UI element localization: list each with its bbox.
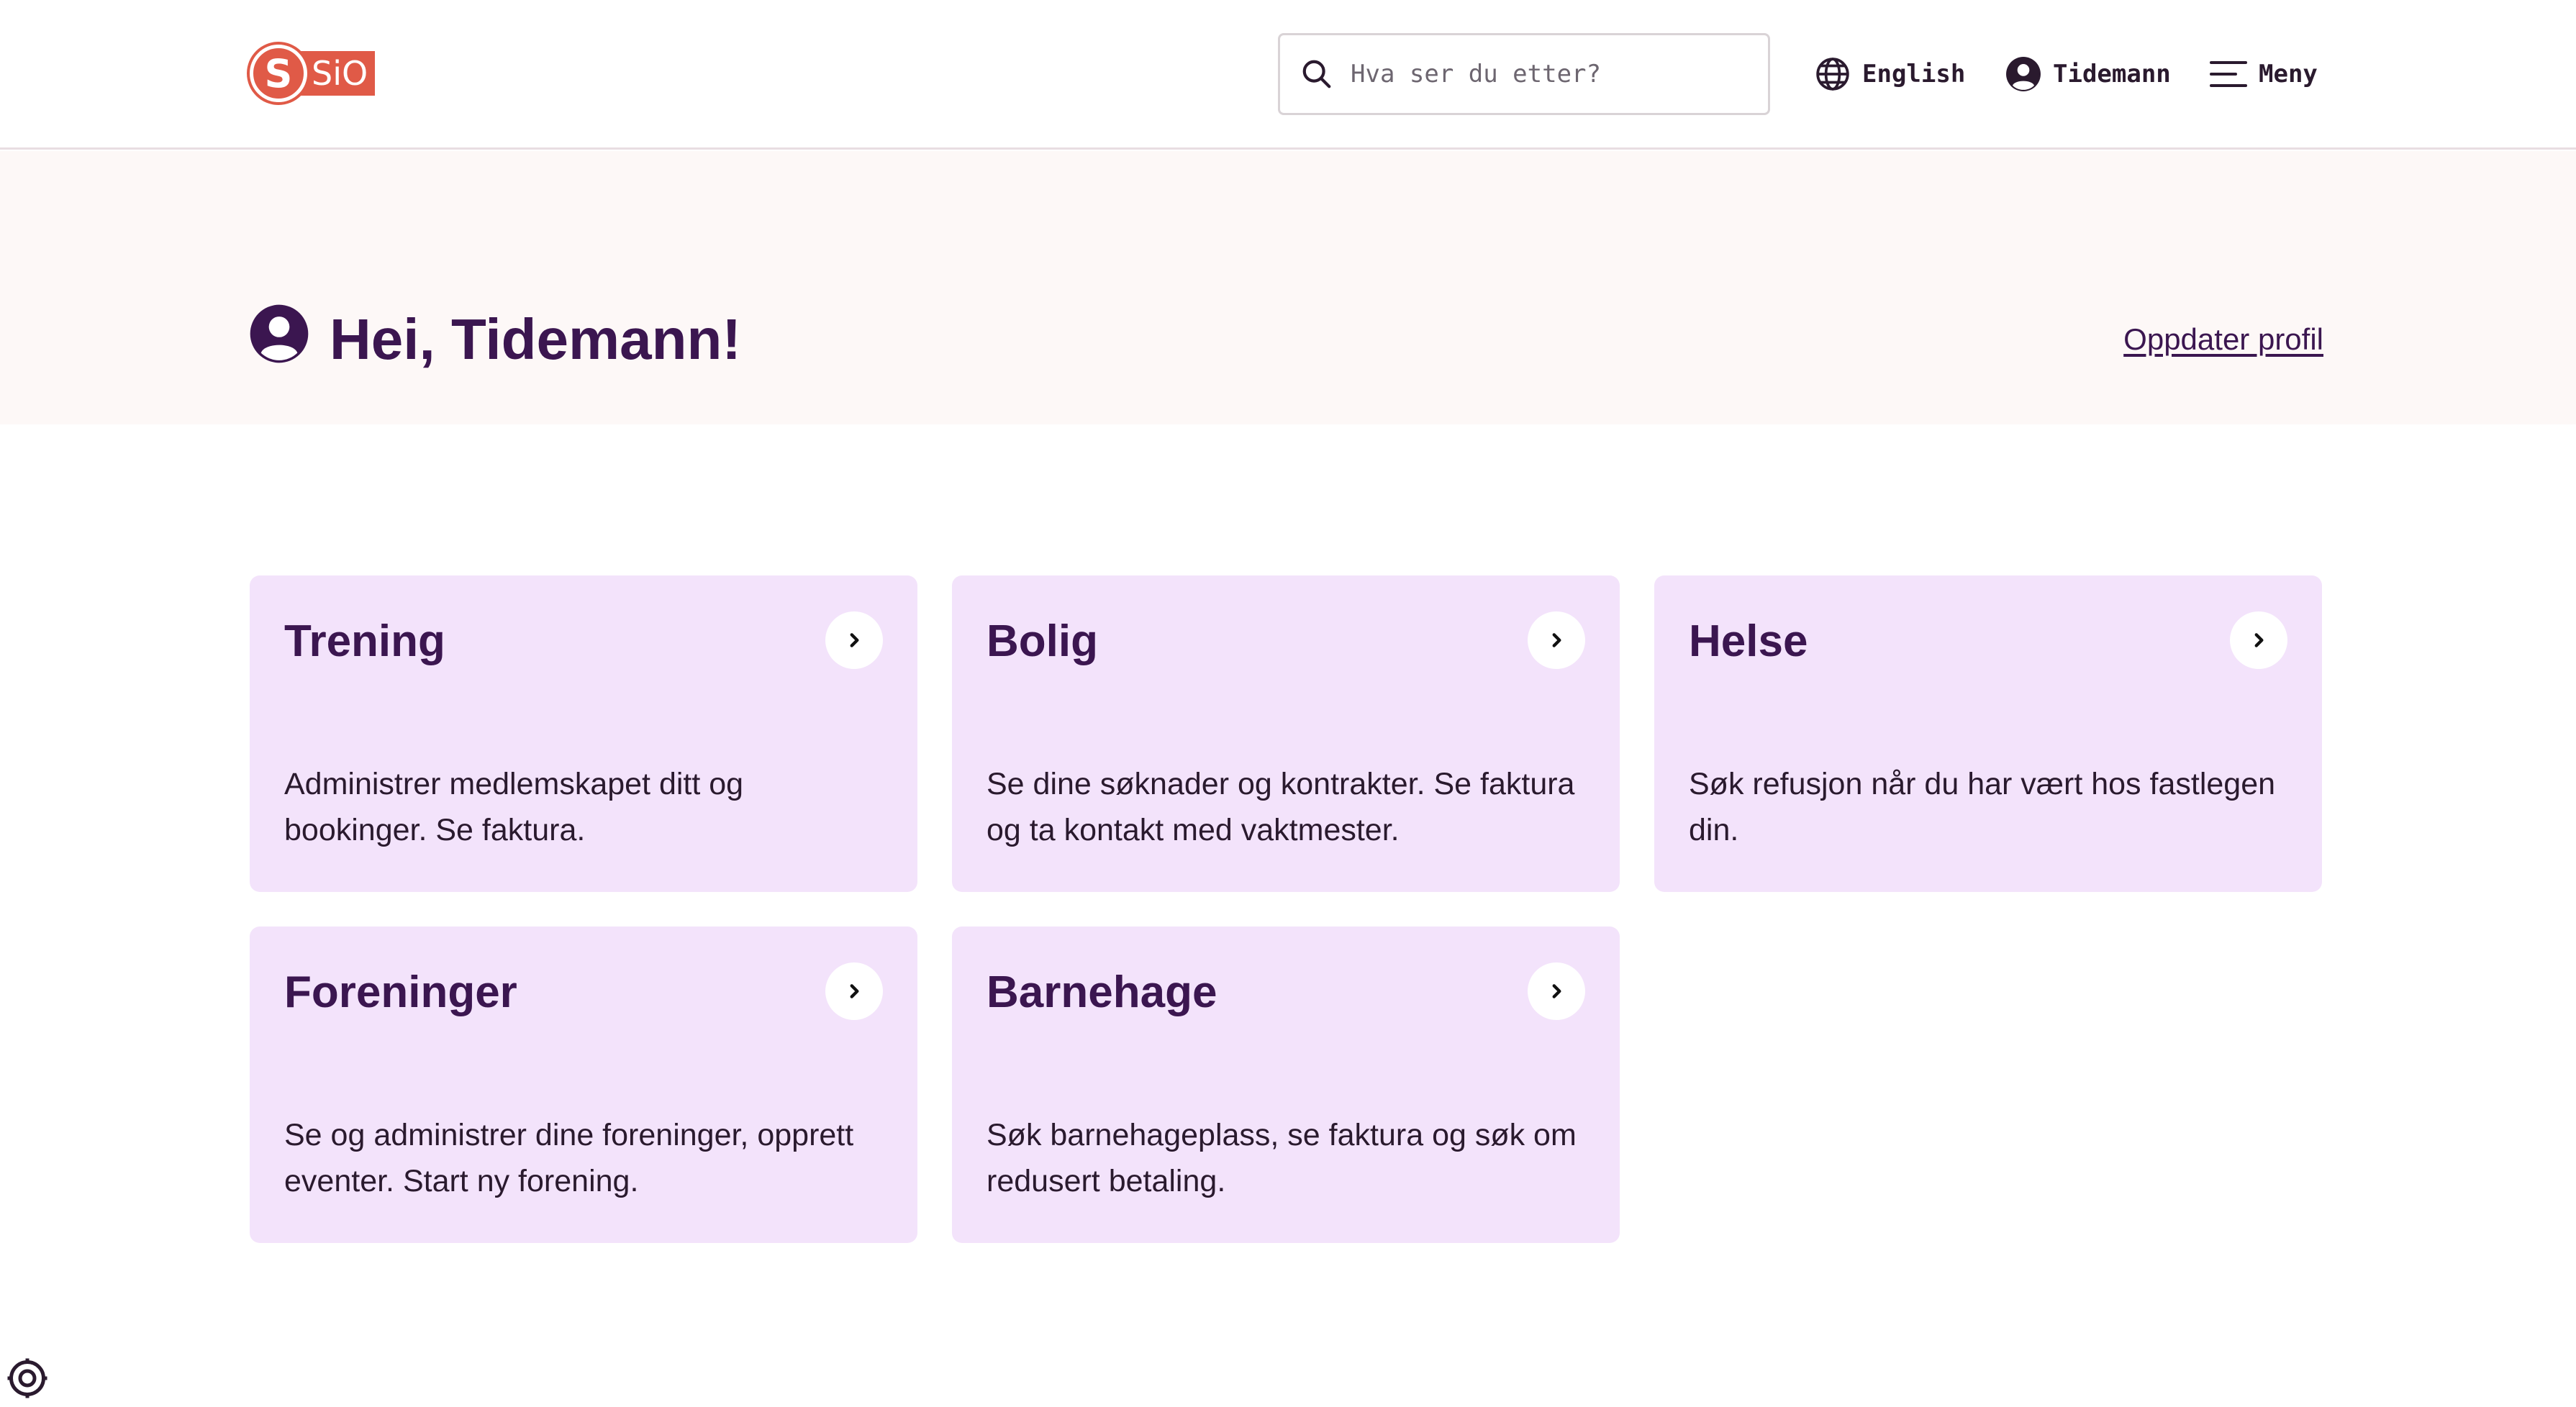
logo-mark-letter: S — [264, 50, 293, 96]
language-switch[interactable]: English — [1815, 52, 1965, 96]
menu-label: Meny — [2259, 60, 2318, 88]
accessibility-icon[interactable] — [6, 1357, 49, 1400]
card-description: Administrer medlemskapet ditt og booking… — [284, 767, 744, 847]
globe-icon — [1816, 58, 1849, 91]
card-description: Søk refusjon når du har vært hos fastleg… — [1689, 767, 2276, 847]
card-foreninger[interactable]: Foreninger Se og administrer dine foreni… — [250, 926, 917, 1243]
card-title: Trening — [284, 616, 445, 666]
card-arrow-button[interactable] — [1528, 962, 1585, 1020]
card-description: Se og administrer dine foreninger, oppre… — [284, 1118, 854, 1198]
sio-logo[interactable]: S SiO — [250, 45, 391, 102]
language-label: English — [1862, 60, 1966, 88]
profile-avatar-icon — [250, 304, 309, 363]
site-header: S SiO English Tidemann — [0, 0, 2576, 150]
card-description: Søk barnehageplass, se faktura og søk om… — [987, 1118, 1577, 1198]
search-icon — [1302, 60, 1331, 88]
user-icon — [2006, 57, 2041, 91]
card-barnehage[interactable]: Barnehage Søk barnehageplass, se faktura… — [952, 926, 1620, 1243]
page-title: Hei, Tidemann! — [330, 307, 741, 371]
card-title: Bolig — [987, 616, 1098, 666]
card-description: Se dine søknader og kontrakter. Se faktu… — [987, 767, 1575, 847]
card-title: Foreninger — [284, 967, 517, 1017]
hamburger-menu-icon — [2210, 61, 2247, 87]
chevron-right-icon — [850, 633, 859, 647]
update-profile-link[interactable]: Oppdater profil — [2123, 322, 2323, 357]
user-profile-link[interactable]: Tidemann — [2005, 52, 2171, 96]
chevron-right-icon — [1552, 633, 1561, 647]
card-arrow-button[interactable] — [1528, 611, 1585, 669]
logo-mark: S — [250, 45, 307, 102]
card-arrow-button[interactable] — [2230, 611, 2287, 669]
search-box[interactable] — [1278, 33, 1770, 115]
card-title: Helse — [1689, 616, 1808, 666]
card-title: Barnehage — [987, 967, 1217, 1017]
card-bolig[interactable]: Bolig Se dine søknader og kontrakter. Se… — [952, 575, 1620, 892]
chevron-right-icon — [850, 984, 859, 998]
profile-hero: Hei, Tidemann! — [0, 151, 2576, 424]
chevron-right-icon — [2254, 633, 2264, 647]
user-label: Tidemann — [2053, 60, 2171, 88]
card-arrow-button[interactable] — [825, 962, 883, 1020]
menu-button[interactable]: Meny — [2210, 52, 2318, 96]
card-helse[interactable]: Helse Søk refusjon når du har vært hos f… — [1654, 575, 2322, 892]
card-trening[interactable]: Trening Administrer medlemskapet ditt og… — [250, 575, 917, 892]
chevron-right-icon — [1552, 984, 1561, 998]
card-arrow-button[interactable] — [825, 611, 883, 669]
search-input[interactable] — [1351, 60, 1754, 88]
